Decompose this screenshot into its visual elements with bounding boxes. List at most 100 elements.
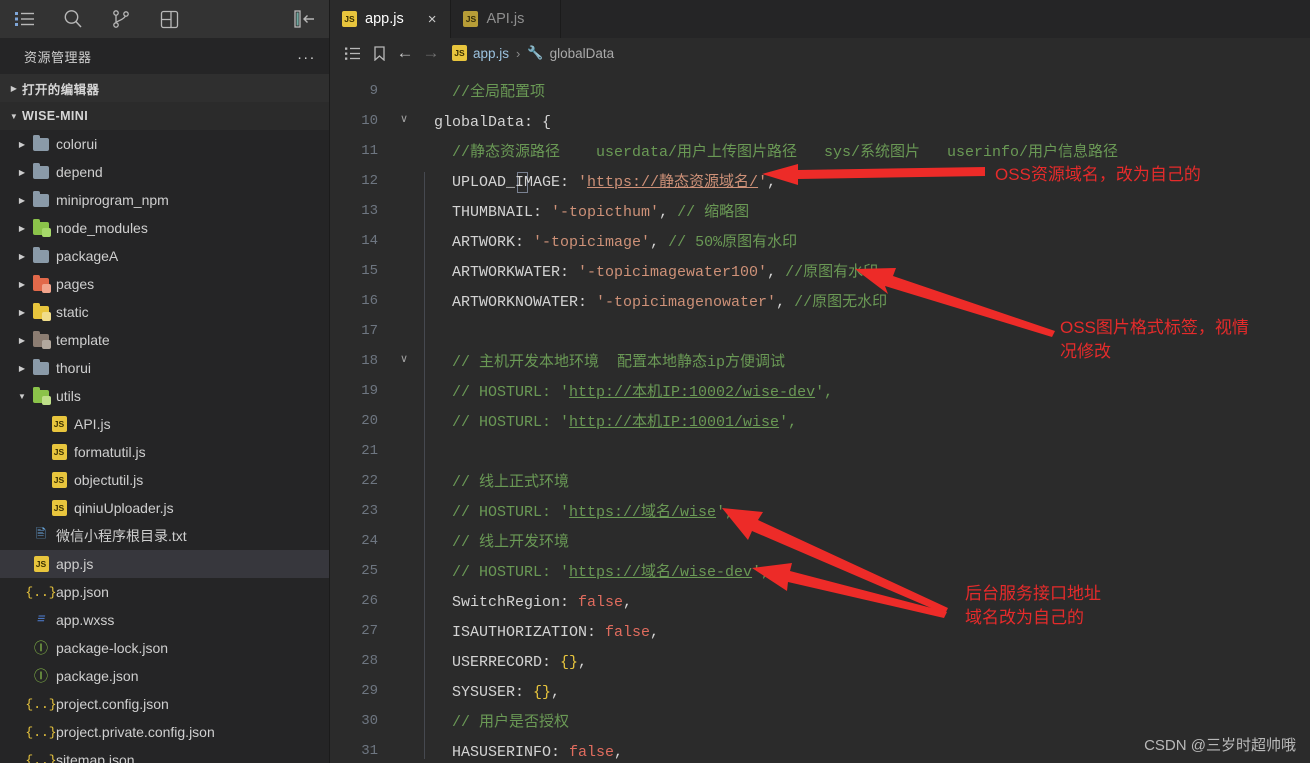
code-line[interactable]: ARTWORK: '-topicimage', // 50%原图有水印 [434, 233, 797, 253]
vscode-window: 资源管理器 ... ▶ 打开的编辑器 ▼ WISE-MINI ▶ colorui ▶ depe… [0, 0, 1310, 763]
code-line[interactable]: SwitchRegion: false, [434, 593, 632, 613]
tree-file-app.js[interactable]: JS app.js [0, 550, 330, 578]
npm-file-icon: Ⓘ [34, 640, 48, 656]
tree-folder-miniprogram_npm[interactable]: ▶ miniprogram_npm [0, 186, 330, 214]
line-number: 28 [361, 653, 378, 669]
tree-folder-colorui[interactable]: ▶ colorui [0, 130, 330, 158]
tree-file-package-lock.json[interactable]: Ⓘpackage-lock.json [0, 634, 330, 662]
tree-folder-utils[interactable]: ▼ utils [0, 382, 330, 410]
navigate-forward-icon[interactable]: → [418, 43, 444, 63]
navigate-back-icon[interactable]: ← [392, 43, 418, 63]
code-line[interactable]: THUMBNAIL: '-topicthum', // 缩略图 [434, 203, 749, 223]
line-number: 31 [361, 743, 378, 759]
tree-item-label: depend [56, 164, 103, 180]
sidebar-section-workspace[interactable]: ▼ WISE-MINI [0, 102, 330, 130]
run-and-debug-icon[interactable] [158, 8, 180, 30]
tree-file-app.wxss[interactable]: ≡ app.wxss [0, 606, 330, 634]
code-token: globalData: [434, 114, 543, 131]
code-line[interactable]: ARTWORKNOWATER: '-topicimagenowater', //… [434, 293, 887, 313]
chevron-right-icon[interactable]: ▶ [14, 364, 30, 373]
chevron-right-icon[interactable]: ▶ [14, 252, 30, 261]
sidebar-section-open-editors[interactable]: ▶ 打开的编辑器 [0, 74, 330, 102]
chevron-right-icon[interactable]: ▶ [14, 196, 30, 205]
code-line[interactable]: // 线上正式环境 [434, 473, 569, 493]
code-line[interactable]: // 用户是否授权 [434, 713, 569, 733]
breadcrumb-file[interactable]: JS app.js [452, 45, 509, 61]
tree-file-API.js[interactable]: JS API.js [0, 410, 330, 438]
code-line[interactable]: SYSUSER: {}, [434, 683, 560, 703]
fold-toggle-icon[interactable]: ∨ [400, 352, 408, 365]
tree-file-微信小程序根目录.txt[interactable]: 🖹 微信小程序根目录.txt [0, 522, 330, 550]
code-token: https://域名/wise [569, 504, 717, 521]
tree-file-package.json[interactable]: Ⓘpackage.json [0, 662, 330, 690]
tree-file-project.private.config.json[interactable]: {..} project.private.config.json [0, 718, 330, 746]
code-line[interactable]: // HOSTURL: 'https://域名/wise-dev', [434, 563, 770, 583]
outline-list-icon[interactable] [340, 47, 366, 60]
tree-file-project.config.json[interactable]: {..} project.config.json [0, 690, 330, 718]
search-icon[interactable] [62, 8, 84, 30]
editor-tab-label: API.js [486, 11, 525, 27]
code-token: // 缩略图 [677, 204, 750, 221]
tree-file-app.json[interactable]: {..} app.json [0, 578, 330, 606]
tree-file-qiniuUploader.js[interactable]: JS qiniuUploader.js [0, 494, 330, 522]
tree-item-label: miniprogram_npm [56, 192, 169, 208]
code-token: ARTWORKNOWATER: [434, 294, 597, 311]
code-line[interactable]: // 主机开发本地环境 配置本地静态ip方便调试 [434, 353, 785, 373]
fold-toggle-icon[interactable]: ∨ [400, 112, 408, 125]
chevron-right-icon[interactable]: ▶ [14, 224, 30, 233]
chevron-right-icon[interactable]: ▶ [14, 336, 30, 345]
chevron-right-icon[interactable]: ▶ [14, 308, 30, 317]
line-number: 29 [361, 683, 378, 699]
code-line[interactable]: // HOSTURL: 'http://本机IP:10001/wise', [434, 413, 797, 433]
code-token: false [578, 594, 624, 611]
tree-folder-thorui[interactable]: ▶ thorui [0, 354, 330, 382]
bookmark-icon[interactable] [366, 45, 392, 61]
chevron-right-icon[interactable]: ▶ [14, 140, 30, 149]
file-tree[interactable]: ▶ 打开的编辑器 ▼ WISE-MINI ▶ colorui ▶ depend ▶ minipro… [0, 74, 330, 763]
code-line[interactable]: // HOSTURL: 'https://域名/wise', [434, 503, 734, 523]
tree-folder-pages[interactable]: ▶ pages [0, 270, 330, 298]
more-actions-button[interactable]: ... [297, 47, 316, 66]
code-line[interactable]: //静态资源路径 userdata/用户上传图片路径 sys/系统图片 user… [434, 143, 1118, 163]
tree-item-label: project.config.json [56, 696, 169, 712]
js-file-icon: JS [48, 416, 70, 432]
tree-file-formatutil.js[interactable]: JS formatutil.js [0, 438, 330, 466]
explorer-icon[interactable] [14, 8, 36, 30]
code-line[interactable]: UPLOAD_IMAGE: 'https://静态资源域名/', [434, 173, 776, 193]
code-token: ', [752, 564, 771, 581]
chevron-down-icon[interactable]: ▼ [6, 112, 22, 121]
close-tab-icon[interactable]: × [428, 12, 437, 27]
tree-folder-node_modules[interactable]: ▶ node_modules [0, 214, 330, 242]
activity-bar [0, 0, 330, 38]
annotation-text-3: 后台服务接口地址 域名改为自己的 [965, 584, 1101, 627]
tree-file-objectutil.js[interactable]: JS objectutil.js [0, 466, 330, 494]
code-token: ' [758, 174, 768, 191]
editor-tab-APIjs[interactable]: JS API.js [451, 0, 562, 38]
source-control-icon[interactable] [110, 8, 132, 30]
line-number: 11 [361, 143, 378, 159]
tree-file-sitemap.json[interactable]: {..} sitemap.json [0, 746, 330, 763]
editor-tab-appjs[interactable]: JS app.js × [330, 0, 452, 38]
code-token: // HOSTURL: ' [434, 564, 570, 581]
code-line[interactable]: globalData: { [434, 113, 551, 133]
chevron-right-icon[interactable]: ▶ [14, 280, 30, 289]
code-line[interactable]: USERRECORD: {}, [434, 653, 587, 673]
code-line[interactable]: //全局配置项 [434, 83, 545, 103]
breadcrumb-symbol[interactable]: 🔧 globalData [527, 45, 614, 61]
chevron-down-icon[interactable]: ▼ [14, 392, 30, 401]
code-line[interactable]: // HOSTURL: 'http://本机IP:10002/wise-dev'… [434, 383, 833, 403]
chevron-right-icon[interactable]: ▶ [6, 84, 22, 93]
tree-folder-packageA[interactable]: ▶ packageA [0, 242, 330, 270]
tree-folder-depend[interactable]: ▶ depend [0, 158, 330, 186]
code-token: false [605, 624, 651, 641]
tree-folder-template[interactable]: ▶ template [0, 326, 330, 354]
tree-folder-static[interactable]: ▶ static [0, 298, 330, 326]
code-line[interactable]: ARTWORKWATER: '-topicimagewater100', //原… [434, 263, 878, 283]
code-line[interactable]: ISAUTHORIZATION: false, [434, 623, 659, 643]
code-token: SYSUSER: [434, 684, 534, 701]
panel-title: 资源管理器 [24, 49, 92, 65]
code-token: '-topicimage' [533, 234, 651, 251]
code-line[interactable]: // 线上开发环境 [434, 533, 569, 553]
collapse-sidebar-icon[interactable] [294, 8, 316, 30]
chevron-right-icon[interactable]: ▶ [14, 168, 30, 177]
